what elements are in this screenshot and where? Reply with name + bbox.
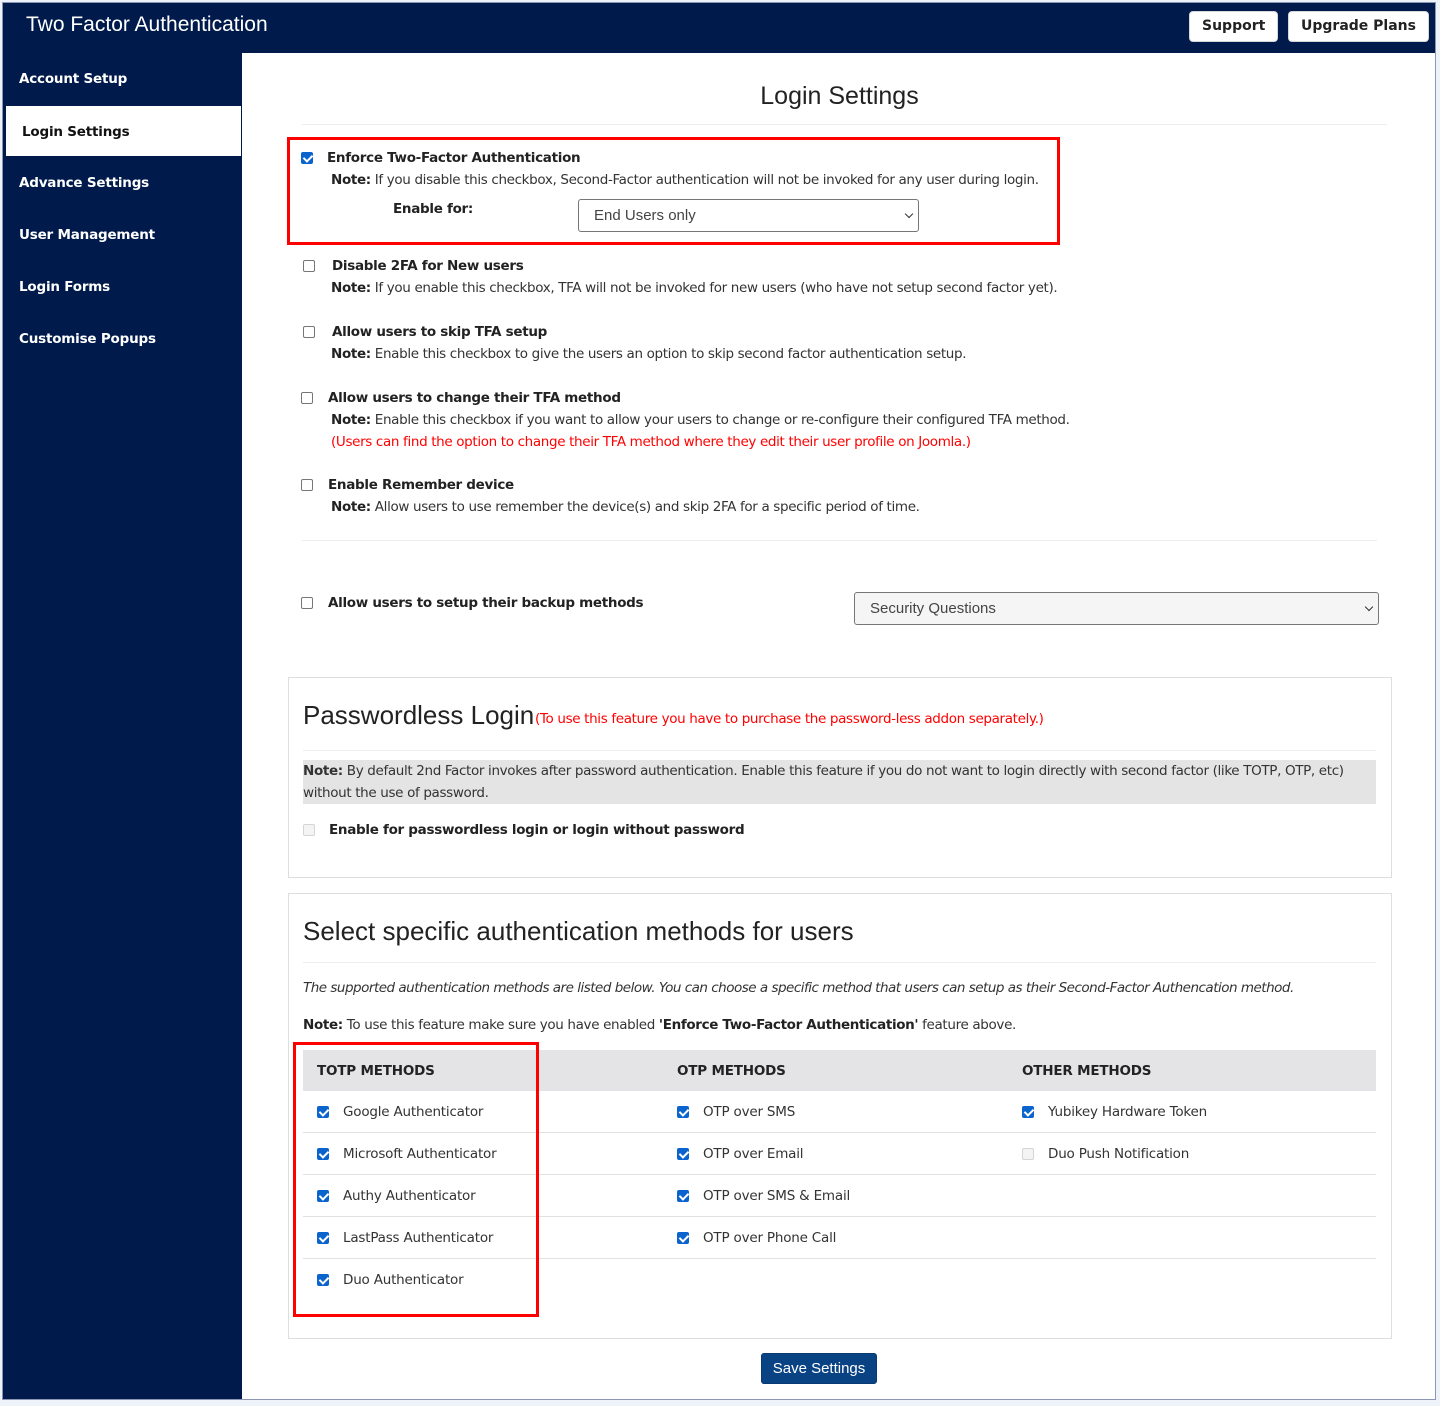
backup-methods-value: Security Questions [870,600,996,617]
sidebar-item-login-settings[interactable]: Login Settings [5,105,242,157]
note-text: To use this feature make sure you have e… [342,1017,659,1033]
auth-methods-intro: The supported authentication methods are… [303,980,1294,996]
app-frame: Two Factor Authentication Support Upgrad… [2,2,1436,1400]
change-tfa-joomla-note: (Users can find the option to change the… [331,434,971,450]
top-bar: Two Factor Authentication Support Upgrad… [3,3,1435,53]
page-title: Login Settings [760,82,919,110]
note-prefix: Note: [331,499,371,515]
yubikey-hardware-token-checkbox[interactable] [1022,1106,1034,1118]
allow-change-tfa-checkbox[interactable] [301,392,313,404]
upgrade-plans-button[interactable]: Upgrade Plans [1288,11,1429,42]
enable-for-label: Enable for: [393,201,473,217]
enable-for-value: End Users only [594,207,696,224]
note-prefix: Note: [303,1017,343,1033]
allow-skip-tfa-checkbox[interactable] [303,326,315,338]
sidebar-item-user-management[interactable]: User Management [3,209,242,261]
chevron-down-icon [1364,602,1374,612]
note-text: If you disable this checkbox, Second-Fac… [370,172,1039,188]
remember-device-label: Enable Remember device [328,477,514,493]
note-prefix: Note: [331,172,371,188]
yubikey-hardware-token-label: Yubikey Hardware Token [1048,1104,1207,1120]
note-prefix: Note: [331,280,371,296]
passwordless-info-note: Note: By default 2nd Factor invokes afte… [303,760,1376,804]
otp-over-sms-checkbox[interactable] [677,1106,689,1118]
note-text: By default 2nd Factor invokes after pass… [303,763,1344,801]
app-title: Two Factor Authentication [26,13,268,36]
disable-2fa-new-users-label: Disable 2FA for New users [332,258,524,274]
save-settings-button[interactable]: Save Settings [761,1353,877,1384]
allow-change-tfa-label: Allow users to change their TFA method [328,390,621,406]
divider [303,962,1376,963]
note-text: Enable this checkbox to give the users a… [370,346,967,362]
support-button[interactable]: Support [1189,11,1279,42]
disable-2fa-new-users-note: Note: If you enable this checkbox, TFA w… [331,280,1058,296]
otp-over-email-label: OTP over Email [703,1146,804,1162]
chevron-down-icon [904,209,914,219]
enforce-2fa-label: Enforce Two-Factor Authentication [327,150,581,166]
divider [302,124,1387,125]
note-text: If you enable this checkbox, TFA will no… [370,280,1058,296]
note-text: Allow users to use remember the device(s… [370,499,920,515]
allow-change-tfa-note: Note: Enable this checkbox if you want t… [331,412,1070,428]
enable-for-select[interactable]: End Users only [578,199,919,232]
remember-device-note: Note: Allow users to use remember the de… [331,499,920,515]
backup-methods-select[interactable]: Security Questions [854,592,1379,625]
note-prefix: Note: [331,346,371,362]
highlight-box-totp [293,1042,539,1317]
column-header-otp: OTP METHODS [677,1063,786,1079]
sidebar-item-account-setup[interactable]: Account Setup [3,53,242,105]
otp-over-phone-call-checkbox[interactable] [677,1232,689,1244]
disable-2fa-new-users-checkbox[interactable] [303,260,315,272]
duo-push-notification-checkbox[interactable] [1022,1148,1034,1160]
passwordless-checkbox[interactable] [303,824,315,836]
note-bold: 'Enforce Two-Factor Authentication' [658,1017,919,1033]
otp-over-sms-label: OTP over SMS [703,1104,796,1120]
note-text: feature above. [918,1017,1016,1033]
enforce-2fa-note: Note: If you disable this checkbox, Seco… [331,172,1039,188]
note-text: Enable this checkbox if you want to allo… [370,412,1070,428]
remember-device-checkbox[interactable] [301,479,313,491]
sidebar-item-login-forms[interactable]: Login Forms [3,261,242,313]
passwordless-addon-note: (To use this feature you have to purchas… [535,711,1044,727]
passwordless-title: Passwordless Login [303,700,535,730]
sidebar-item-customise-popups[interactable]: Customise Popups [3,313,242,365]
auth-methods-title: Select specific authentication methods f… [303,916,854,946]
backup-methods-label: Allow users to setup their backup method… [328,595,644,611]
divider [302,540,1377,541]
auth-methods-note: Note: To use this feature make sure you … [303,1017,1016,1033]
note-prefix: Note: [303,763,343,779]
passwordless-login-panel: Passwordless Login (To use this feature … [288,677,1392,878]
backup-methods-checkbox[interactable] [301,597,313,609]
otp-over-email-checkbox[interactable] [677,1148,689,1160]
column-header-other: OTHER METHODS [1022,1063,1152,1079]
allow-skip-tfa-note: Note: Enable this checkbox to give the u… [331,346,966,362]
divider [303,750,1376,751]
enforce-2fa-checkbox[interactable] [301,152,313,164]
otp-over-sms-email-label: OTP over SMS & Email [703,1188,851,1204]
sidebar-item-advance-settings[interactable]: Advance Settings [3,157,242,209]
otp-over-sms-email-checkbox[interactable] [677,1190,689,1202]
otp-over-phone-call-label: OTP over Phone Call [703,1230,837,1246]
sidebar: Account Setup Login Settings Advance Set… [3,53,242,1399]
duo-push-notification-label: Duo Push Notification [1048,1146,1190,1162]
main-content: Login Settings Enforce Two-Factor Authen… [242,53,1435,1399]
allow-skip-tfa-label: Allow users to skip TFA setup [332,324,548,340]
passwordless-label: Enable for passwordless login or login w… [329,822,745,838]
note-prefix: Note: [331,412,371,428]
